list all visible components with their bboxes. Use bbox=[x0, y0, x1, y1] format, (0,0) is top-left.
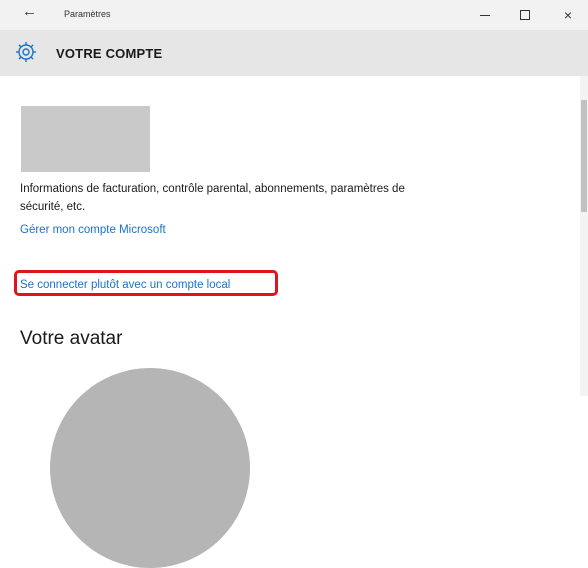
maximize-icon bbox=[520, 10, 530, 20]
sign-in-local-account-link[interactable]: Se connecter plutôt avec un compte local bbox=[20, 279, 230, 291]
close-button[interactable]: × bbox=[548, 1, 588, 29]
gear-icon bbox=[16, 42, 36, 62]
title-bar: ← Paramètres × bbox=[0, 0, 588, 30]
window-title: Paramètres bbox=[64, 9, 111, 19]
page-header: VOTRE COMPTE bbox=[0, 30, 588, 76]
close-icon: × bbox=[563, 7, 573, 23]
avatar-heading: Votre avatar bbox=[20, 328, 123, 349]
manage-microsoft-account-link[interactable]: Gérer mon compte Microsoft bbox=[20, 224, 166, 236]
minimize-button[interactable] bbox=[465, 1, 505, 29]
minimize-icon bbox=[480, 14, 490, 16]
account-picture-placeholder bbox=[21, 106, 150, 172]
page-title: VOTRE COMPTE bbox=[56, 46, 163, 61]
maximize-button[interactable] bbox=[505, 1, 545, 29]
back-arrow-icon[interactable]: ← bbox=[22, 3, 37, 21]
account-info-text: Informations de facturation, contrôle pa… bbox=[20, 183, 405, 213]
avatar bbox=[50, 368, 250, 568]
scrollbar-thumb[interactable] bbox=[581, 100, 587, 212]
account-content: Informations de facturation, contrôle pa… bbox=[0, 76, 580, 568]
